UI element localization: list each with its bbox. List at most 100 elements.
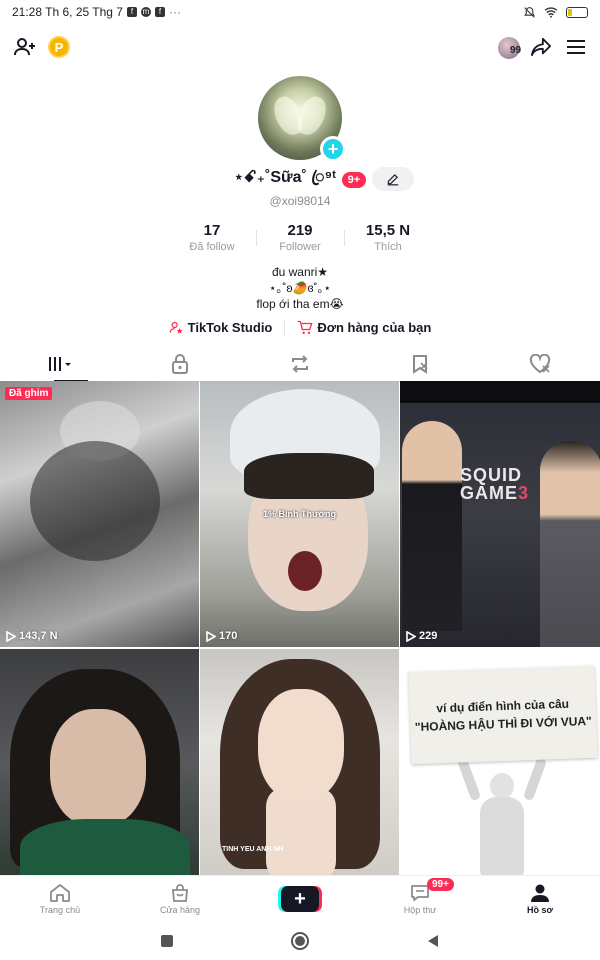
video-logo: SQUID GAME3 xyxy=(460,466,529,502)
tab-saved[interactable] xyxy=(360,346,480,381)
logo-line-2: GAME xyxy=(460,483,518,503)
status-bar: 21:28 Th 6, 25 Thg 7 f m f ··· xyxy=(0,0,600,24)
profile-avatar[interactable]: + xyxy=(258,76,346,162)
orders-link[interactable]: Đơn hàng của bạn xyxy=(297,319,431,335)
view-count-text: 170 xyxy=(219,630,238,642)
nav-profile[interactable]: Hồ sơ xyxy=(480,876,600,921)
profile-visitors-button[interactable]: 99 xyxy=(494,36,524,60)
bio-line: flop ới tha em😭 xyxy=(256,297,344,311)
facebook-icon: f xyxy=(154,7,165,17)
video-thumbnail[interactable]: Đã ghim 143,7 N xyxy=(0,381,199,647)
stat-label: Follower xyxy=(279,241,321,253)
add-friend-icon[interactable] xyxy=(12,34,38,60)
profile-links: TikTok Studio Đơn hàng của bạn xyxy=(0,319,600,335)
video-thumbnail[interactable]: TINH YEU ANH NH xyxy=(200,649,399,875)
profile-bio: đu wanri★ ⋆｡˚ʚ🥭ɞ˚｡⋆ flop ới tha em😭 xyxy=(0,264,600,312)
name-row: ⋆ꗃ₊˚Sữa˚ ꦿ⁹ᵗ 9+ xyxy=(0,167,600,193)
view-count: 143,7 N xyxy=(6,630,58,642)
stat-label: Đã follow xyxy=(189,241,235,253)
nav-shop[interactable]: Cửa hàng xyxy=(120,876,240,921)
play-icon xyxy=(206,630,216,642)
view-count-text: 229 xyxy=(419,630,438,642)
visitor-count: 99 xyxy=(510,45,522,56)
grid-videos-icon xyxy=(49,356,71,371)
nav-label: Hồ sơ xyxy=(527,904,553,915)
display-name: ⋆ꗃ₊˚Sữa˚ ꦿ⁹ᵗ xyxy=(233,168,336,186)
pinned-badge: Đã ghim xyxy=(5,387,53,400)
more-notifications: ··· xyxy=(168,5,181,19)
nav-create[interactable]: + xyxy=(240,876,360,921)
stat-number: 219 xyxy=(287,222,313,239)
status-time: 21:28 Th 6, 25 Thg 7 xyxy=(12,5,123,19)
tab-private[interactable] xyxy=(120,346,240,381)
stat-number: 15,5 N xyxy=(365,222,411,239)
nav-label: Cửa hàng xyxy=(159,904,201,915)
edit-profile-button[interactable] xyxy=(372,167,414,191)
cart-icon xyxy=(298,320,313,334)
facebook-icon: f xyxy=(126,7,137,17)
video-thumbnail[interactable]: ví dụ điển hình của câu "HOÀNG HẬU THÌ Đ… xyxy=(400,649,600,875)
liked-heart-icon xyxy=(529,353,551,373)
video-thumbnail[interactable]: SQUID GAME3 229 xyxy=(400,381,600,647)
nav-label: Hộp thư xyxy=(403,904,437,915)
tab-videos[interactable] xyxy=(0,346,120,382)
video-thumbnail[interactable]: 1% Bình Thường 170 xyxy=(200,381,399,647)
link-divider xyxy=(284,321,286,335)
video-thumbnail[interactable] xyxy=(0,649,199,875)
stat-followers[interactable]: 219 Follower xyxy=(256,222,344,258)
name-badge[interactable]: 9+ xyxy=(341,172,367,188)
battery-icon xyxy=(566,6,588,18)
content-tabs xyxy=(0,346,600,382)
back-button[interactable] xyxy=(427,934,439,948)
bookmark-icon xyxy=(413,354,428,374)
nav-home[interactable]: Trang chủ xyxy=(0,876,120,921)
stat-label: Thích xyxy=(374,241,402,253)
sign-line-1: ví dụ điển hình của câu xyxy=(436,696,570,716)
inbox-badge: 99+ xyxy=(427,878,454,891)
play-icon xyxy=(406,630,416,642)
messenger-icon: m xyxy=(140,7,151,17)
stat-number: 17 xyxy=(203,222,221,239)
home-button[interactable] xyxy=(291,931,309,950)
recents-button[interactable] xyxy=(161,934,173,947)
stat-likes[interactable]: 15,5 N Thích xyxy=(344,222,432,258)
coin-label: P xyxy=(48,36,70,58)
tiktok-studio-link[interactable]: TikTok Studio xyxy=(169,319,273,335)
menu-icon[interactable] xyxy=(563,34,589,60)
video-caption: 1% Bình Thường xyxy=(263,509,336,519)
bio-line: ⋆｡˚ʚ🥭ɞ˚｡⋆ xyxy=(268,281,332,295)
tab-reposts[interactable] xyxy=(240,346,360,381)
tiktok-studio-label: TikTok Studio xyxy=(187,319,273,335)
tiktok-studio-icon xyxy=(169,321,183,333)
profile-stats: 17 Đã follow 219 Follower 15,5 N Thích xyxy=(168,222,432,258)
system-navigation-bar xyxy=(0,921,600,960)
share-icon[interactable] xyxy=(528,34,554,60)
wifi-icon xyxy=(544,7,558,18)
nav-inbox[interactable]: Hộp thư 99+ xyxy=(360,876,480,921)
lock-icon xyxy=(172,353,188,374)
logo-line-1: SQUID xyxy=(460,465,523,485)
profile-icon xyxy=(531,884,549,902)
coin-icon[interactable]: P xyxy=(48,36,70,58)
tab-liked[interactable] xyxy=(480,346,600,381)
shop-icon xyxy=(172,883,188,902)
video-caption: TINH YEU ANH NH xyxy=(222,846,284,853)
video-grid: Đã ghim 143,7 N 1% Bình Thường 170 SQUID… xyxy=(0,381,600,875)
mute-bell-icon xyxy=(524,6,535,18)
orders-label: Đơn hàng của bạn xyxy=(317,319,432,335)
profile-top-bar: P 99 xyxy=(0,28,600,66)
sign-board: ví dụ điển hình của câu "HOÀNG HẬU THÌ Đ… xyxy=(408,665,598,765)
nav-label: Trang chủ xyxy=(39,904,81,915)
view-count: 229 xyxy=(406,630,437,642)
bottom-navigation: Trang chủ Cửa hàng + Hộp thư 99+ Hồ sơ xyxy=(0,875,600,921)
home-icon xyxy=(50,883,70,902)
view-count: 170 xyxy=(206,630,237,642)
bio-line: đu wanri★ xyxy=(271,265,329,279)
username-handle: @xoi98014 xyxy=(269,194,331,208)
stat-following[interactable]: 17 Đã follow xyxy=(168,222,256,258)
create-icon: + xyxy=(281,885,319,912)
logo-number: 3 xyxy=(518,483,530,503)
repost-icon xyxy=(292,354,308,373)
view-count-text: 143,7 N xyxy=(19,630,58,642)
add-story-icon[interactable]: + xyxy=(320,136,346,162)
